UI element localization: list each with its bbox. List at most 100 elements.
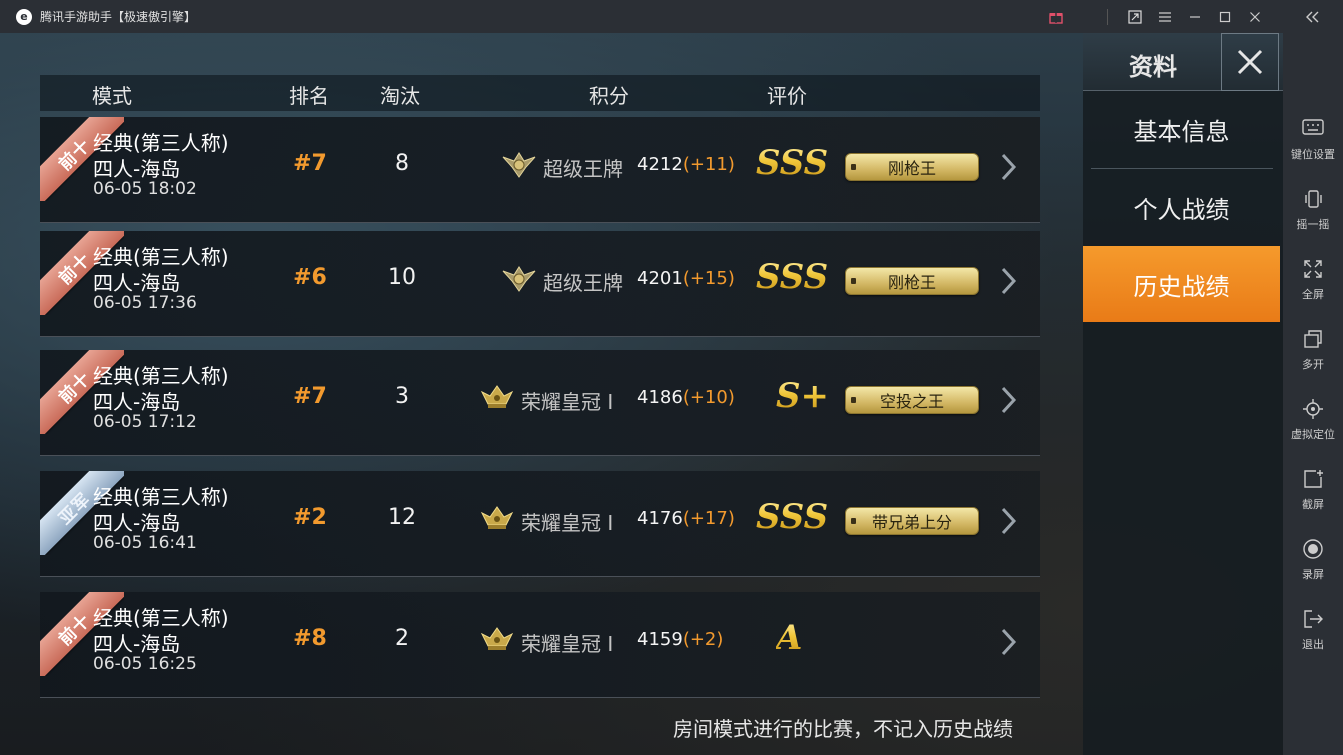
record-label: 录屏 — [1302, 568, 1324, 581]
crown-tier-icon — [480, 626, 514, 654]
title-badge: 刚枪王 — [845, 267, 979, 295]
match-kills: 12 — [388, 505, 416, 530]
panel-menu: 基本信息 个人战绩 历史战绩 — [1083, 91, 1283, 755]
emulator-sidebar: 键位设置 摇一摇 全屏 多开 虚拟定位 截屏 录屏 退出 — [1283, 0, 1343, 755]
match-row[interactable]: 前十 经典(第三人称) 四人-海岛 06-05 17:36 #6 10 超级王牌… — [40, 231, 1040, 337]
fullscreen-button[interactable]: 全屏 — [1283, 245, 1343, 315]
mode-name: 经典(第三人称) — [93, 245, 229, 269]
tier-name: 超级王牌 — [543, 157, 623, 181]
row-chevron-right-icon[interactable] — [997, 622, 1021, 662]
score-value: 4159 — [637, 629, 683, 650]
mode-map: 四人-海岛 — [93, 390, 181, 414]
match-row[interactable]: 前十 经典(第三人称) 四人-海岛 06-05 18:02 #7 8 超级王牌 … — [40, 117, 1040, 223]
score-delta: (+10) — [682, 387, 735, 408]
header-rating: 评价 — [767, 84, 807, 108]
menu-match-history[interactable]: 历史战绩 — [1083, 246, 1280, 322]
multi-open-label: 多开 — [1302, 358, 1324, 371]
exit-button[interactable]: 退出 — [1283, 595, 1343, 665]
maximize-icon[interactable] — [1210, 0, 1240, 33]
match-kills: 2 — [395, 626, 409, 651]
menu-personal-stats[interactable]: 个人战绩 — [1083, 169, 1280, 245]
crown-tier-icon — [480, 384, 514, 412]
score-delta: (+2) — [682, 629, 724, 650]
title-separator — [1107, 9, 1108, 25]
mode-map: 四人-海岛 — [93, 157, 181, 181]
score-value: 4186 — [637, 387, 683, 408]
match-rank: #7 — [293, 151, 327, 176]
pin-icon[interactable] — [1120, 0, 1150, 33]
fullscreen-icon — [1302, 258, 1324, 282]
match-time: 06-05 17:36 — [93, 293, 197, 313]
tier-name: 荣耀皇冠 I — [521, 632, 614, 656]
match-kills: 10 — [388, 265, 416, 290]
match-row[interactable]: 前十 经典(第三人称) 四人-海岛 06-05 17:12 #7 3 荣耀皇冠 … — [40, 350, 1040, 456]
header-kills: 淘汰 — [380, 84, 420, 108]
mode-name: 经典(第三人称) — [93, 364, 229, 388]
shake-label: 摇一摇 — [1296, 218, 1330, 231]
multi-open-icon — [1302, 328, 1324, 352]
tier-name: 荣耀皇冠 I — [521, 390, 614, 414]
row-chevron-right-icon[interactable] — [997, 380, 1021, 420]
exit-label: 退出 — [1302, 638, 1324, 651]
score-delta: (+15) — [682, 268, 735, 289]
panel-header: 资料 — [1083, 33, 1283, 91]
panel-close-button[interactable] — [1221, 33, 1279, 91]
virtual-location-label: 虚拟定位 — [1291, 428, 1335, 441]
grade-label: SSS — [756, 143, 829, 183]
window-title: 腾讯手游助手【极速傲引擎】 — [40, 10, 197, 24]
menu-basic-info[interactable]: 基本信息 — [1083, 91, 1280, 167]
grade-label: SSS — [756, 257, 829, 297]
score-value: 4201 — [637, 268, 683, 289]
app-logo-icon: e — [16, 8, 32, 25]
match-score: 4186(+10) — [637, 387, 735, 408]
match-kills: 3 — [395, 384, 409, 409]
match-score: 4159(+2) — [637, 629, 723, 650]
footnote-text: 房间模式进行的比赛，不记入历史战绩 — [673, 717, 1013, 741]
match-time: 06-05 18:02 — [93, 179, 197, 199]
virtual-location-button[interactable]: 虚拟定位 — [1283, 385, 1343, 455]
keyboard-icon — [1302, 118, 1324, 142]
screenshot-icon — [1302, 468, 1324, 492]
fullscreen-label: 全屏 — [1302, 288, 1324, 301]
row-chevron-right-icon[interactable] — [997, 501, 1021, 541]
title-badge: 刚枪王 — [845, 153, 979, 181]
menu-icon[interactable] — [1150, 0, 1180, 33]
score-value: 4212 — [637, 154, 683, 175]
title-badge: 带兄弟上分 — [845, 507, 979, 535]
mode-name: 经典(第三人称) — [93, 606, 229, 630]
title-badge: 空投之王 — [845, 386, 979, 414]
record-button[interactable]: 录屏 — [1283, 525, 1343, 595]
row-chevron-right-icon[interactable] — [997, 261, 1021, 301]
shake-button[interactable]: 摇一摇 — [1283, 175, 1343, 245]
shake-icon — [1302, 188, 1324, 212]
window-title-bar: e 腾讯手游助手【极速傲引擎】 — [0, 0, 1283, 33]
screenshot-button[interactable]: 截屏 — [1283, 455, 1343, 525]
mode-name: 经典(第三人称) — [93, 485, 229, 509]
close-icon[interactable] — [1240, 0, 1270, 33]
match-time: 06-05 16:25 — [93, 654, 197, 674]
mode-map: 四人-海岛 — [93, 271, 181, 295]
mode-map: 四人-海岛 — [93, 511, 181, 535]
mode-name: 经典(第三人称) — [93, 131, 229, 155]
match-rank: #8 — [293, 626, 327, 651]
multi-open-button[interactable]: 多开 — [1283, 315, 1343, 385]
gift-icon[interactable] — [1041, 0, 1071, 33]
keyboard-settings-label: 键位设置 — [1291, 148, 1335, 161]
collapse-sidebar-icon[interactable] — [1306, 0, 1320, 33]
tier-name: 荣耀皇冠 I — [521, 511, 614, 535]
exit-icon — [1302, 608, 1324, 632]
grade-label: S+ — [776, 376, 830, 416]
keyboard-settings-button[interactable]: 键位设置 — [1283, 105, 1343, 175]
match-time: 06-05 17:12 — [93, 412, 197, 432]
match-time: 06-05 16:41 — [93, 533, 197, 553]
grade-label: A — [776, 618, 803, 658]
match-score: 4176(+17) — [637, 508, 735, 529]
match-row[interactable]: 前十 经典(第三人称) 四人-海岛 06-05 16:25 #8 2 荣耀皇冠 … — [40, 592, 1040, 698]
minimize-icon[interactable] — [1180, 0, 1210, 33]
table-header: 模式 排名 淘汰 积分 评价 — [40, 75, 1040, 111]
game-screen: 模式 排名 淘汰 积分 评价 前十 经典(第三人称) 四人-海岛 06-05 1… — [0, 33, 1283, 755]
ace-tier-icon — [502, 151, 536, 179]
record-icon — [1302, 538, 1324, 562]
match-row[interactable]: 亚军 经典(第三人称) 四人-海岛 06-05 16:41 #2 12 荣耀皇冠… — [40, 471, 1040, 577]
row-chevron-right-icon[interactable] — [997, 147, 1021, 187]
